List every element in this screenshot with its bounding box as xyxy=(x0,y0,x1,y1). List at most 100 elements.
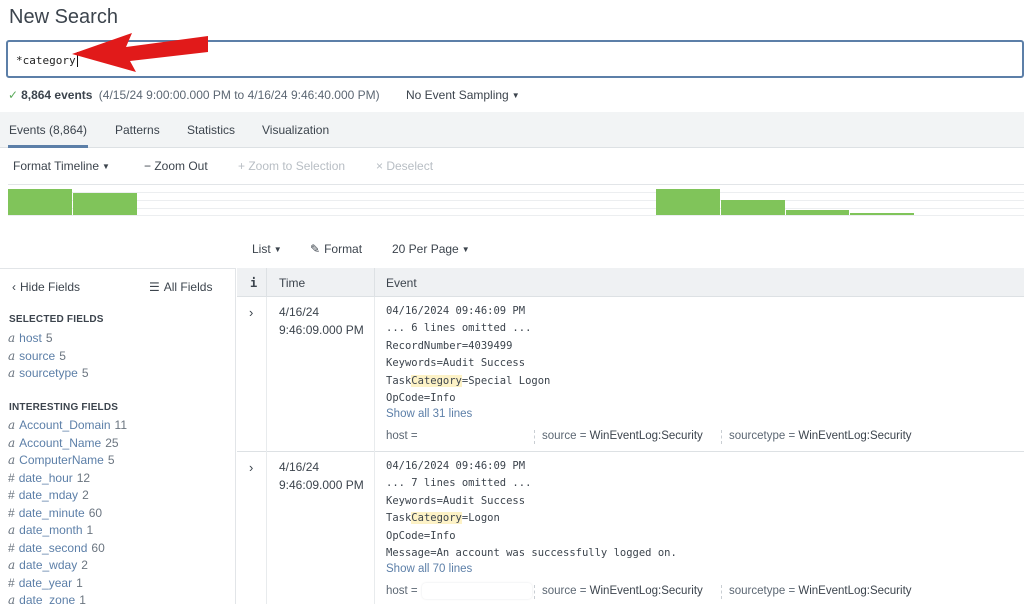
timeline-bar[interactable] xyxy=(656,189,720,215)
event-time: 4/16/24 9:46:09.000 PM xyxy=(279,458,364,494)
event-date: 4/16/24 xyxy=(279,305,320,319)
event-field-key: Task xyxy=(386,374,412,387)
format-button[interactable]: ✎ Format xyxy=(310,242,362,256)
event-row: › 4/16/24 9:46:09.000 PM 04/16/2024 09:4… xyxy=(237,297,1024,452)
field-date-year[interactable]: # date_year 1 xyxy=(8,576,83,590)
timeline-bar[interactable] xyxy=(720,199,785,215)
caret-down-icon: ▼ xyxy=(273,245,282,254)
field-computername[interactable]: a ComputerName 5 xyxy=(8,453,115,467)
event-line: OpCode=Info xyxy=(386,392,456,405)
per-page-label: 20 Per Page xyxy=(392,242,459,256)
sourcetype-label: sourcetype = xyxy=(729,585,796,597)
caret-down-icon: ▼ xyxy=(511,91,520,100)
event-line: Keywords=Audit Success xyxy=(386,357,526,370)
field-source[interactable]: a source 5 xyxy=(8,349,66,363)
tab-statistics[interactable]: Statistics xyxy=(187,123,235,137)
pencil-icon: ✎ xyxy=(310,242,321,256)
field-separator xyxy=(721,585,722,599)
search-input[interactable]: *category xyxy=(16,52,78,67)
field-date-wday[interactable]: a date_wday 2 xyxy=(8,558,88,572)
field-name: source xyxy=(19,348,56,363)
tab-visualization[interactable]: Visualization xyxy=(262,123,329,137)
field-count: 5 xyxy=(45,331,53,345)
event-line-taskcategory: TaskCategory=Special Logon xyxy=(386,373,550,390)
search-term-highlight[interactable]: Category xyxy=(411,512,462,525)
redacted-host-value xyxy=(422,583,532,599)
deselect-button[interactable]: × Deselect xyxy=(376,159,433,173)
sourcetype-field[interactable]: sourcetype = WinEventLog:Security xyxy=(729,430,912,442)
column-divider xyxy=(266,452,267,604)
field-count: 1 xyxy=(86,523,94,537)
host-field[interactable]: host = xyxy=(386,430,418,442)
event-sampling-dropdown[interactable]: No Event Sampling ▼ xyxy=(406,88,520,102)
event-line: 04/16/2024 09:46:09 PM xyxy=(386,305,526,317)
timeline-bar[interactable] xyxy=(72,193,137,215)
event-field-key: Task xyxy=(386,512,412,525)
host-label: host = xyxy=(386,585,418,597)
timeline-bar[interactable] xyxy=(8,189,72,215)
string-type-icon: a xyxy=(8,418,16,432)
expand-row-icon[interactable]: › xyxy=(249,460,253,475)
search-term-highlight[interactable]: Category xyxy=(411,374,462,387)
field-count: 60 xyxy=(88,505,103,520)
results-tab-bar: Events (8,864) Patterns Statistics Visua… xyxy=(0,112,1024,148)
format-timeline-button[interactable]: Format Timeline ▼ xyxy=(13,159,110,173)
caret-down-icon: ▼ xyxy=(461,245,470,254)
timeline-gridline xyxy=(8,215,1024,216)
source-value: WinEventLog:Security xyxy=(589,430,703,442)
zoom-to-selection-button[interactable]: + Zoom to Selection xyxy=(238,159,345,173)
source-field[interactable]: source = WinEventLog:Security xyxy=(542,585,703,597)
field-date-zone[interactable]: a date_zone 1 xyxy=(8,593,86,604)
field-date-hour[interactable]: # date_hour 12 xyxy=(8,471,90,485)
field-separator xyxy=(534,430,535,444)
per-page-dropdown[interactable]: 20 Per Page ▼ xyxy=(392,242,470,256)
zoom-out-button[interactable]: − Zoom Out xyxy=(144,159,208,173)
tab-patterns[interactable]: Patterns xyxy=(115,123,160,137)
show-all-lines-link[interactable]: Show all 70 lines xyxy=(386,563,472,575)
field-account-domain[interactable]: a Account_Domain 11 xyxy=(8,418,127,432)
column-divider xyxy=(374,452,375,604)
field-account-name[interactable]: a Account_Name 25 xyxy=(8,436,119,450)
caret-down-icon: ▼ xyxy=(102,162,110,171)
sourcetype-field[interactable]: sourcetype = WinEventLog:Security xyxy=(729,585,912,597)
timeline-bar[interactable] xyxy=(850,212,915,215)
expand-row-icon[interactable]: › xyxy=(249,305,253,320)
event-row: › 4/16/24 9:46:09.000 PM 04/16/2024 09:4… xyxy=(237,452,1024,604)
source-value: WinEventLog:Security xyxy=(589,585,703,597)
event-line: 04/16/2024 09:46:09 PM xyxy=(386,460,526,472)
field-date-minute[interactable]: # date_minute 60 xyxy=(8,506,102,520)
field-count: 25 xyxy=(105,435,119,450)
all-fields-button[interactable]: ☰ All Fields xyxy=(149,280,212,294)
field-name: Account_Domain xyxy=(19,418,111,432)
field-name: sourcetype xyxy=(19,366,78,380)
host-field[interactable]: host = xyxy=(386,585,418,597)
numeric-type-icon: # xyxy=(8,505,15,520)
field-sourcetype[interactable]: a sourcetype 5 xyxy=(8,366,89,380)
field-date-second[interactable]: # date_second 60 xyxy=(8,541,105,555)
format-label: Format xyxy=(324,242,363,256)
events-table-header: i Time Event xyxy=(237,268,1024,297)
hide-fields-label: Hide Fields xyxy=(20,280,81,294)
numeric-type-icon: # xyxy=(8,540,15,555)
event-count: 8,864 events xyxy=(21,88,93,102)
string-type-icon: a xyxy=(8,348,16,363)
sourcetype-value: WinEventLog:Security xyxy=(798,585,912,597)
hide-fields-button[interactable]: ‹ Hide Fields xyxy=(12,280,80,294)
field-date-month[interactable]: a date_month 1 xyxy=(8,523,93,537)
event-field-value: =Logon xyxy=(461,512,500,525)
tab-events[interactable]: Events (8,864) xyxy=(9,123,87,137)
source-label: source = xyxy=(542,430,587,442)
event-line: Keywords=Audit Success xyxy=(386,494,526,507)
field-count: 5 xyxy=(81,366,89,380)
field-name: date_mday xyxy=(18,488,79,502)
field-host[interactable]: a host 5 xyxy=(8,331,53,345)
time-column-header[interactable]: Time xyxy=(279,276,305,290)
timeline-histogram[interactable] xyxy=(8,184,1024,216)
timeline-bar[interactable] xyxy=(785,209,850,215)
event-line: RecordNumber=4039499 xyxy=(386,339,513,352)
field-date-mday[interactable]: # date_mday 2 xyxy=(8,488,89,502)
show-all-lines-link[interactable]: Show all 31 lines xyxy=(386,408,472,420)
source-field[interactable]: source = WinEventLog:Security xyxy=(542,430,703,442)
numeric-type-icon: # xyxy=(8,470,15,485)
list-view-button[interactable]: List ▼ xyxy=(252,242,282,256)
